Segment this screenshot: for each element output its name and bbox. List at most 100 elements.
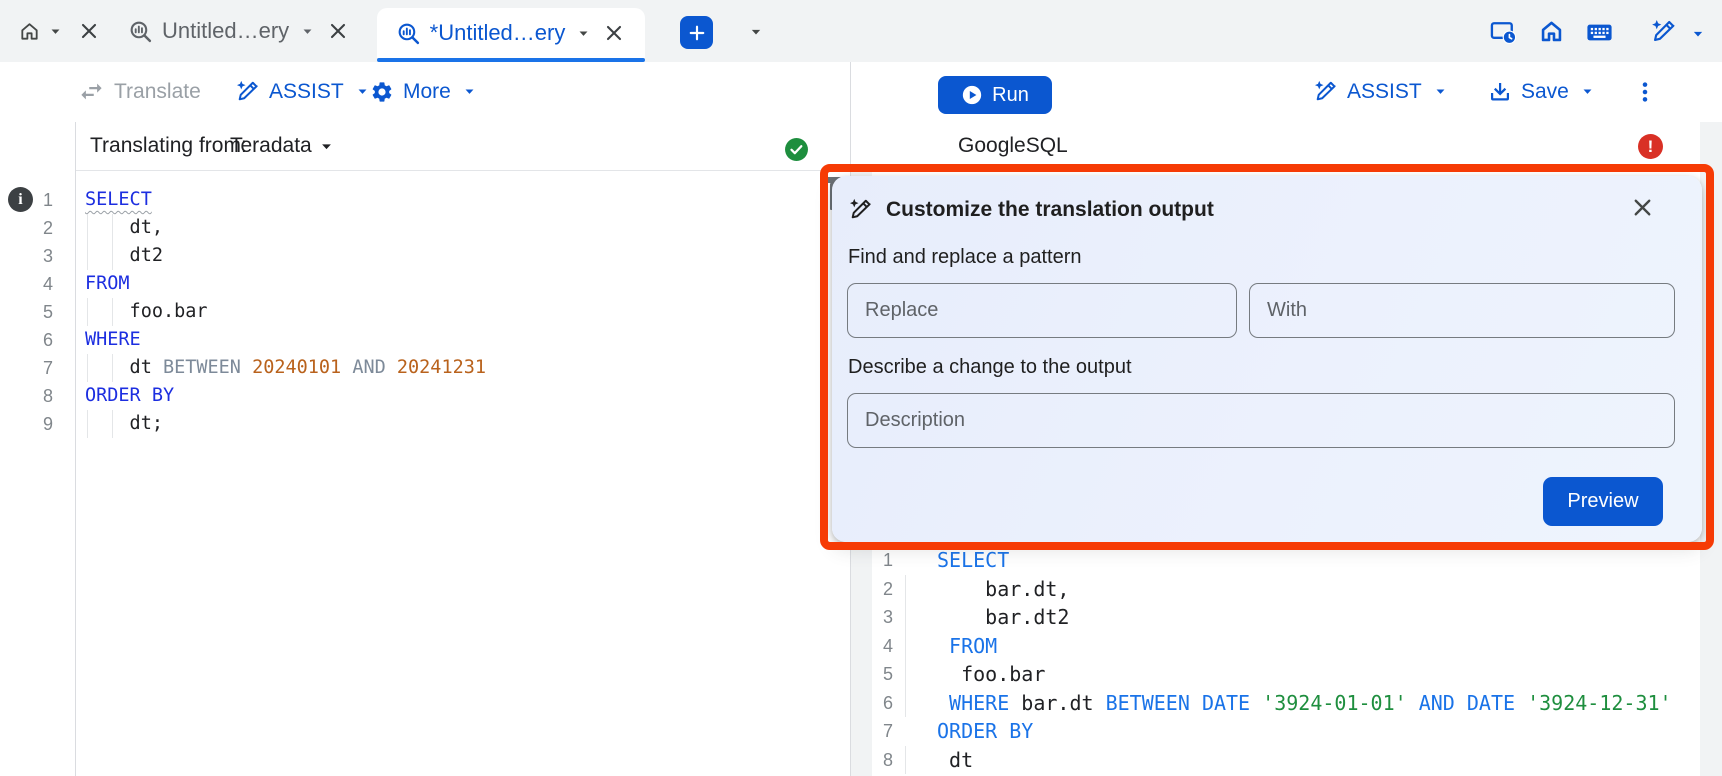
close-icon[interactable] (1629, 194, 1656, 221)
output-scrollbar-track[interactable] (1700, 122, 1722, 776)
line-number: 1 (850, 546, 893, 575)
code-token: AND (1419, 691, 1455, 715)
swap-arrows-icon (78, 78, 105, 105)
code-token (1190, 691, 1202, 715)
tab-label: *Untitled…ery (430, 20, 566, 46)
assist-label: ASSIST (269, 80, 344, 104)
home-tab-group (18, 0, 101, 62)
home-tab-icon[interactable] (18, 20, 41, 43)
code-token: WHERE (949, 691, 1009, 715)
tab-close-icon[interactable] (326, 19, 350, 43)
code-token: DATE (1467, 691, 1515, 715)
line-number: 8 (850, 746, 893, 775)
code-token: WHERE (85, 329, 141, 350)
translating-from-label: Translating from: (90, 134, 247, 158)
find-replace-label: Find and replace a pattern (848, 246, 1082, 269)
code-token (1455, 691, 1467, 715)
tab-overflow-caret-icon[interactable] (746, 22, 766, 42)
line-number: 6 (850, 689, 893, 718)
info-icon[interactable]: i (8, 187, 33, 212)
code-text: foo.bar (75, 298, 848, 326)
code-token: 20241231 (397, 357, 486, 378)
line-number: 4 (850, 632, 893, 661)
output-dialect-label: GoogleSQL (958, 134, 1068, 158)
code-token: bar.dt, (937, 577, 1069, 601)
home-tab-close-icon[interactable] (77, 19, 101, 43)
kebab-menu-icon[interactable] (1632, 79, 1658, 105)
more-label: More (403, 80, 451, 104)
home-tab-caret-icon[interactable] (46, 22, 65, 41)
assist-caret-icon[interactable] (1688, 24, 1708, 44)
source-dialect-dropdown[interactable]: Teradata (230, 134, 337, 158)
code-token: bar.dt2 (937, 605, 1069, 629)
more-dropdown-button[interactable]: More (370, 62, 479, 121)
code-token: dt (85, 357, 163, 378)
code-line: 9 dt; (0, 410, 848, 438)
code-text: bar.dt2 (900, 603, 1698, 632)
code-token: dt; (85, 413, 163, 434)
save-label: Save (1521, 80, 1569, 104)
code-text: dt2 (75, 242, 848, 270)
tab-menu-caret-icon[interactable] (574, 24, 593, 43)
code-token: ORDER BY (85, 385, 174, 406)
error-badge-icon[interactable]: ! (1638, 134, 1663, 159)
code-token: SELECT (85, 189, 152, 210)
code-line: 7 dt BETWEEN 20240101 AND 20241231 (0, 354, 848, 382)
code-token: ORDER BY (937, 719, 1033, 743)
tab-active-untitled-query[interactable]: *Untitled…ery (377, 8, 645, 58)
keyboard-shortcuts-icon[interactable] (1585, 18, 1614, 47)
source-dialect-value: Teradata (230, 134, 312, 158)
source-sql-editor[interactable]: 1SELECT2 dt,3 dt24FROM5 foo.bar6WHERE7 d… (0, 170, 848, 776)
play-circle-icon (961, 84, 983, 106)
home-icon[interactable] (1538, 18, 1565, 45)
translate-button[interactable]: Translate (78, 62, 201, 121)
tab-untitled-query[interactable]: Untitled…ery (128, 0, 350, 62)
assist-dropdown-button[interactable]: ASSIST (235, 62, 372, 121)
query-tab-icon (396, 21, 421, 46)
preview-button[interactable]: Preview (1543, 477, 1663, 526)
line-number: 7 (0, 354, 53, 382)
code-line: 6 WHERE (0, 326, 848, 354)
line-number: 5 (0, 298, 53, 326)
chevron-down-icon (460, 82, 479, 101)
tab-menu-caret-icon[interactable] (298, 22, 317, 41)
replace-input[interactable] (847, 283, 1237, 338)
code-line: 4 FROM (850, 632, 1698, 661)
gemini-assist-icon[interactable] (1650, 18, 1677, 45)
description-input[interactable] (847, 393, 1675, 448)
run-button[interactable]: Run (938, 76, 1052, 114)
code-token: AND (352, 357, 397, 378)
assist-dropdown-button[interactable]: ASSIST (1313, 62, 1450, 121)
plus-icon (687, 23, 707, 43)
code-token: foo.bar (937, 662, 1045, 686)
session-history-icon[interactable] (1489, 18, 1517, 46)
tab-close-icon[interactable] (602, 21, 626, 45)
line-number: 8 (0, 382, 53, 410)
code-token: foo.bar (85, 301, 208, 322)
line-number: 6 (0, 326, 53, 354)
save-dropdown-button[interactable]: Save (1488, 62, 1597, 121)
translate-label: Translate (114, 80, 201, 104)
code-text: ORDER BY (900, 717, 1698, 746)
code-token: BETWEEN (163, 357, 252, 378)
dialog-title: Customize the translation output (886, 198, 1214, 222)
code-line: 5 foo.bar (0, 298, 848, 326)
bigquery-translation-page: Untitled…ery *Untitled…ery Translate ASS… (0, 0, 1722, 776)
code-token: FROM (85, 273, 130, 294)
code-token (1250, 691, 1262, 715)
code-text: ORDER BY (75, 382, 848, 410)
code-line: 4FROM (0, 270, 848, 298)
line-number: 7 (850, 717, 893, 746)
code-token: BETWEEN (1106, 691, 1190, 715)
pen-sparkle-icon (1313, 79, 1338, 104)
chevron-down-icon (1578, 82, 1597, 101)
translation-success-icon (784, 137, 809, 162)
line-number: 9 (0, 410, 53, 438)
line-number: 3 (0, 242, 53, 270)
with-input[interactable] (1249, 283, 1675, 338)
code-text: SELECT (75, 186, 848, 214)
new-tab-button[interactable] (680, 16, 713, 49)
code-text: dt, (75, 214, 848, 242)
code-token: bar.dt (1009, 691, 1105, 715)
chevron-down-icon (316, 136, 337, 157)
